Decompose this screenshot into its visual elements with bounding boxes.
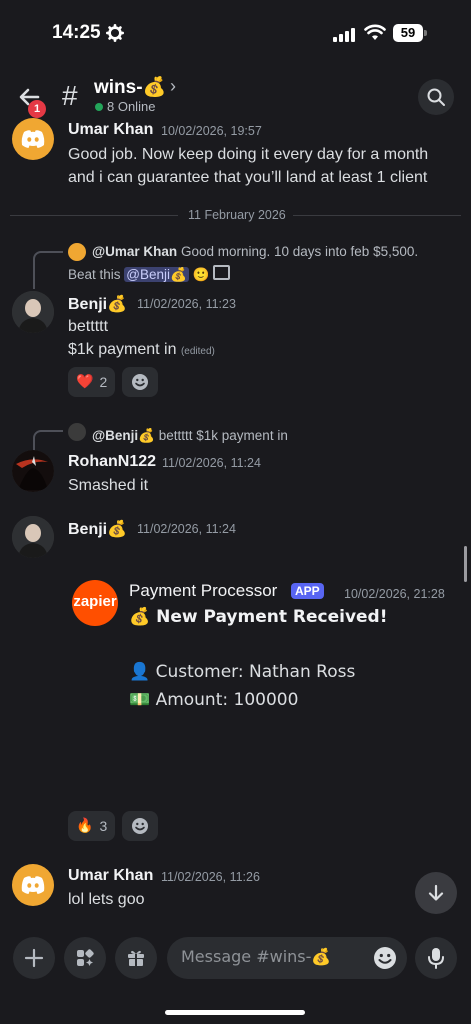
embed-author[interactable]: Payment Processor (129, 581, 277, 601)
mention[interactable]: @Benji💰 (124, 267, 189, 282)
message-timestamp: 11/02/2026, 11:23 (137, 297, 236, 311)
reply-text-2: Beat this (68, 267, 121, 282)
plus-icon (24, 948, 44, 968)
reply-connector (33, 251, 63, 289)
message-author[interactable]: Benji💰 (68, 294, 127, 314)
message-text-content: $1k payment in (68, 341, 177, 358)
search-button[interactable] (418, 79, 454, 115)
embed-amount: 💵 Amount: 100000 (129, 690, 299, 710)
add-reaction-button[interactable] (122, 367, 158, 397)
embed-customer: 👤 Customer: Nathan Ross (129, 662, 356, 682)
avatar[interactable] (12, 291, 54, 333)
avatar[interactable] (12, 118, 54, 160)
unread-badge: 1 (28, 100, 46, 118)
message-timestamp: 10/02/2026, 19:57 (161, 124, 262, 138)
message-text: and i can guarantee that you’ll land at … (68, 169, 428, 186)
image-icon (213, 265, 231, 280)
avatar[interactable] (12, 450, 54, 492)
message-author[interactable]: RohanN122 (68, 453, 156, 471)
embed-timestamp: 10/02/2026, 21:28 (344, 587, 445, 601)
message-text: $1k payment in (edited) (68, 338, 215, 363)
add-reaction-button[interactable] (122, 811, 158, 841)
user-photo (12, 291, 54, 333)
home-indicator (165, 1010, 305, 1015)
scrollbar[interactable] (464, 546, 467, 582)
smile-icon (132, 374, 148, 390)
zapier-logo-text: zapier (73, 593, 117, 610)
reply-preview[interactable]: @Umar Khan Good morning. 10 days into fe… (92, 241, 418, 262)
message-timestamp: 11/02/2026, 11:26 (161, 870, 260, 884)
reply-preview[interactable]: @Benji💰 bettttt $1k payment in (92, 425, 288, 446)
apps-icon (77, 949, 94, 966)
jump-to-bottom-button[interactable] (415, 872, 457, 914)
heart-icon: ❤️ (76, 374, 94, 390)
online-status-icon (95, 103, 103, 111)
reaction-count: 2 (99, 374, 108, 390)
chevron-right-icon[interactable]: › (170, 76, 176, 97)
user-photo (12, 516, 54, 558)
reaction-heart[interactable]: ❤️ 2 (68, 367, 116, 397)
reply-avatar (68, 243, 86, 261)
voice-message-button[interactable] (415, 937, 457, 979)
discord-logo-icon (21, 876, 45, 894)
signal-icon (333, 26, 355, 42)
search-icon (427, 88, 445, 106)
message-author[interactable]: Benji💰 (68, 519, 127, 539)
arrow-down-icon (428, 884, 444, 901)
gift-icon (128, 950, 144, 966)
discord-logo-icon (21, 130, 45, 148)
message-input-placeholder: Message #wins-💰 (181, 947, 332, 966)
fire-icon: 🔥 (76, 818, 94, 834)
reply-author: @Benji💰 (92, 428, 155, 443)
message-text: Smashed it (68, 477, 149, 494)
gift-button[interactable] (115, 937, 157, 979)
smile-icon (132, 818, 148, 834)
edited-label: (edited) (180, 346, 215, 357)
date-divider: 11 February 2026 (188, 208, 286, 222)
reply-text: Good morning. 10 days into feb $5,500. (180, 244, 419, 259)
zapier-logo[interactable]: zapier (72, 580, 118, 626)
message-author[interactable]: Umar Khan (68, 867, 153, 885)
reply-avatar (68, 423, 86, 441)
embed-title: 💰 New Payment Received! (129, 607, 388, 627)
reaction-fire[interactable]: 🔥 3 (68, 811, 116, 841)
reply-preview-line2: Beat this @Benji💰 🙂 (68, 264, 231, 286)
message-author[interactable]: Umar Khan (68, 121, 153, 139)
app-tag: APP (291, 583, 324, 599)
reply-author: @Umar Khan (92, 244, 178, 259)
add-attachment-button[interactable] (13, 937, 55, 979)
battery-icon: 59 (393, 24, 423, 42)
online-count: 8 Online (107, 99, 156, 114)
battery-tip (424, 30, 427, 36)
channel-name[interactable]: wins-💰 (94, 75, 166, 99)
message-text: bettttt (68, 318, 109, 335)
message-timestamp: 11/02/2026, 11:24 (137, 522, 236, 536)
emoji-slight-smile-icon: 🙂 (192, 267, 210, 283)
status-time: 14:25 (52, 22, 101, 43)
message-text: lol lets goo (68, 891, 145, 908)
user-photo (12, 450, 54, 492)
date-divider-line (293, 215, 461, 216)
reply-text: bettttt $1k payment in (158, 428, 288, 443)
reaction-count: 3 (99, 818, 108, 834)
avatar[interactable] (12, 864, 54, 906)
avatar[interactable] (12, 516, 54, 558)
gear-icon (106, 24, 124, 42)
apps-button[interactable] (64, 937, 106, 979)
microphone-icon (428, 948, 444, 969)
channel-hash-icon: # (62, 80, 78, 111)
date-divider-line (10, 215, 178, 216)
emoji-picker-icon[interactable] (373, 946, 397, 970)
message-text: Good job. Now keep doing it every day fo… (68, 146, 429, 163)
wifi-icon (364, 24, 386, 40)
message-timestamp: 11/02/2026, 11:24 (162, 456, 261, 470)
